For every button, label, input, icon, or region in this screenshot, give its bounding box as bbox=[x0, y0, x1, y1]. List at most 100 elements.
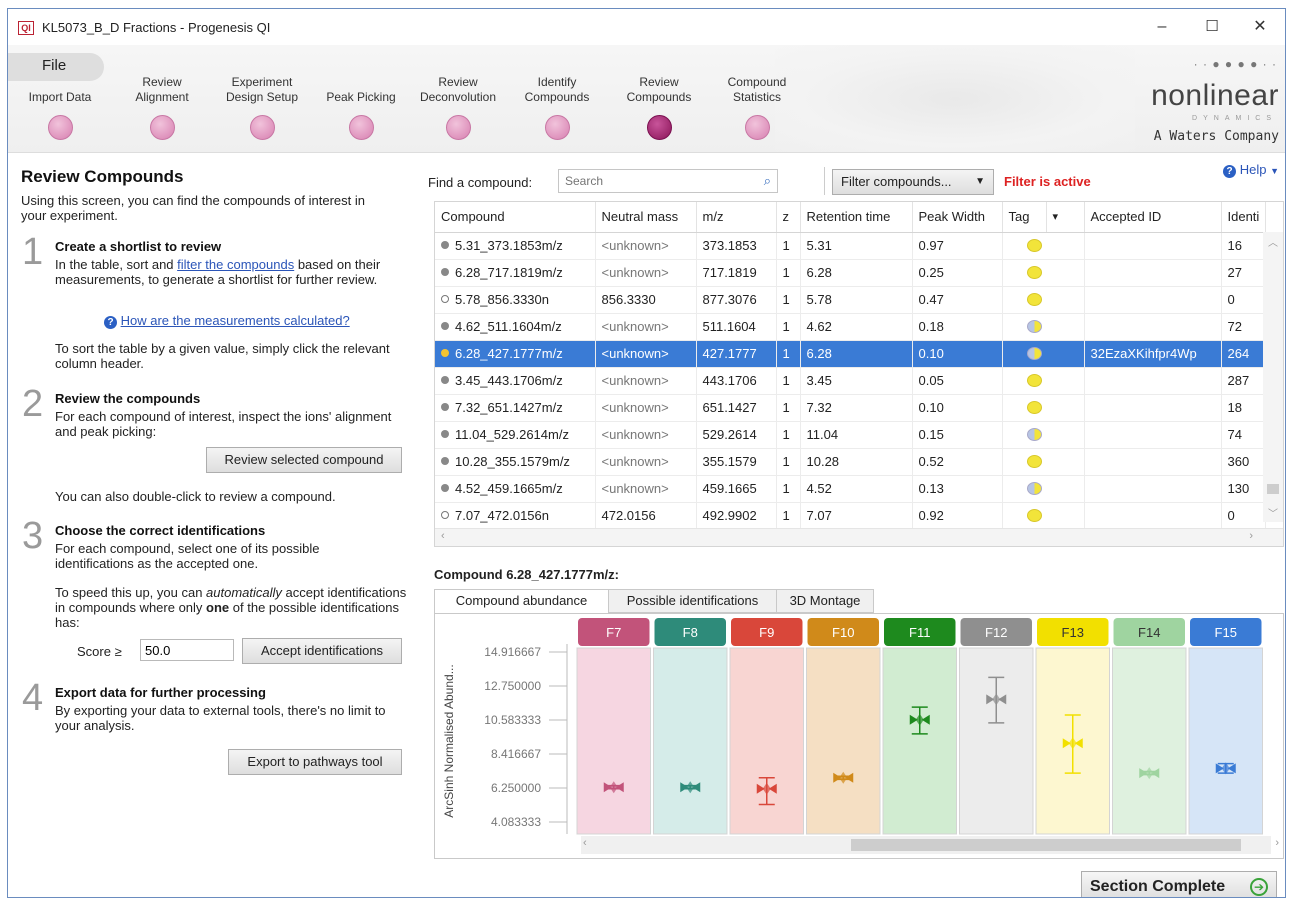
workflow-step-icon[interactable] bbox=[149, 115, 175, 140]
workflow-step[interactable]: Import Data bbox=[22, 73, 98, 140]
table-row[interactable]: 3.45_443.1706m/z <unknown> 443.1706 1 3.45 0.… bbox=[435, 367, 1266, 395]
review-selected-compound-button[interactable]: Review selected compound bbox=[206, 447, 402, 473]
help-menu[interactable]: ? Help ▼ bbox=[1223, 162, 1279, 178]
help-icon: ? bbox=[104, 316, 117, 329]
measurements-help[interactable]: ? How are the measurements calculated? bbox=[104, 313, 350, 329]
workflow-step[interactable]: Review Compounds bbox=[618, 73, 700, 140]
export-pathways-button[interactable]: Export to pathways tool bbox=[228, 749, 402, 775]
detail-tab[interactable]: Compound abundance bbox=[434, 589, 609, 614]
workflow-step-icon[interactable] bbox=[47, 115, 73, 140]
table-row[interactable]: 7.32_651.1427m/z <unknown> 651.1427 1 7.32 0.… bbox=[435, 394, 1266, 422]
tag-icon bbox=[1026, 401, 1042, 414]
workflow-step[interactable]: Review Deconvolution bbox=[412, 73, 504, 140]
y-tick-label: 6.250000 bbox=[491, 781, 541, 795]
column-header[interactable]: Neutral mass bbox=[595, 202, 697, 233]
table-row[interactable]: 4.52_459.1665m/z <unknown> 459.1665 1 4.52 0.… bbox=[435, 475, 1266, 503]
compound-name: 7.07_472.0156n bbox=[455, 508, 549, 523]
tag-cell bbox=[1002, 313, 1085, 341]
scroll-up-icon[interactable]: ︿ bbox=[1263, 234, 1283, 249]
measurements-help-link[interactable]: How are the measurements calculated? bbox=[121, 313, 350, 328]
compounds-table[interactable]: Compound Neutral mass m/z z Retention time Pe… bbox=[434, 201, 1284, 547]
section-complete-button[interactable]: Section Complete ➔ bbox=[1081, 871, 1277, 897]
workflow-step-icon[interactable] bbox=[646, 115, 672, 140]
charge-cell: 1 bbox=[776, 448, 801, 476]
table-row[interactable]: 5.78_856.3330n 856.3330 877.3076 1 5.78 0.47 0 bbox=[435, 286, 1266, 314]
scroll-left-icon[interactable]: ‹ bbox=[583, 837, 587, 849]
column-header[interactable]: Retention time bbox=[800, 202, 913, 233]
fraction-column bbox=[576, 647, 651, 835]
maximize-button[interactable]: ☐ bbox=[1189, 13, 1235, 41]
fraction-label: F11 bbox=[909, 625, 930, 640]
workflow-step[interactable]: Compound Statistics bbox=[716, 73, 798, 140]
table-row[interactable]: 10.28_355.1579m/z <unknown> 355.1579 1 10.28… bbox=[435, 448, 1266, 476]
table-row[interactable]: 5.31_373.1853m/z <unknown> 373.1853 1 5.31 0.… bbox=[435, 232, 1266, 260]
workflow-step[interactable]: Identify Compounds bbox=[516, 73, 598, 140]
scroll-left-icon[interactable]: ‹ bbox=[441, 530, 445, 542]
filter-compounds-dropdown[interactable]: Filter compounds... ▼ bbox=[832, 169, 994, 195]
fraction-label: F9 bbox=[759, 625, 774, 640]
table-row[interactable]: 7.07_472.0156n 472.0156 492.9902 1 7.07 0.92 0 bbox=[435, 502, 1266, 530]
detail-tab[interactable]: Possible identifications bbox=[608, 589, 777, 613]
horizontal-scrollbar[interactable]: ‹ › bbox=[435, 528, 1283, 546]
workflow-step[interactable]: Review Alignment bbox=[124, 73, 200, 140]
brand-logo: · · ● ● ● ● · · nonlinear DYNAMICS A Wat… bbox=[1135, 45, 1285, 152]
accepted-id-cell bbox=[1084, 475, 1222, 503]
scroll-thumb[interactable] bbox=[851, 839, 1241, 851]
workflow-step-icon[interactable] bbox=[445, 115, 471, 140]
table-row[interactable]: 11.04_529.2614m/z <unknown> 529.2614 1 11.04… bbox=[435, 421, 1266, 449]
vertical-scrollbar[interactable]: ︿ ﹀ bbox=[1263, 232, 1283, 522]
neutral-mass-cell: 856.3330 bbox=[595, 286, 697, 314]
search-icon[interactable]: ⌕ bbox=[764, 173, 771, 189]
y-tick-label: 14.916667 bbox=[484, 645, 541, 659]
minimize-button[interactable]: – bbox=[1139, 13, 1185, 41]
y-axis-label: ArcSinh Normalised Abund... bbox=[442, 664, 456, 817]
table-row[interactable]: 4.62_511.1604m/z <unknown> 511.1604 1 4.62 0.… bbox=[435, 313, 1266, 341]
search-box[interactable]: ⌕ bbox=[558, 169, 778, 193]
workflow-step-icon[interactable] bbox=[544, 115, 570, 140]
mz-cell: 459.1665 bbox=[696, 475, 777, 503]
peak-width-cell: 0.92 bbox=[912, 502, 1003, 530]
chart-scrollbar[interactable]: ‹ › bbox=[581, 836, 1279, 854]
workflow-step-icon[interactable] bbox=[249, 115, 275, 140]
column-header[interactable]: Compound bbox=[435, 202, 596, 233]
charge-cell: 1 bbox=[776, 259, 801, 287]
compound-status-icon bbox=[441, 376, 449, 384]
accept-identifications-button[interactable]: Accept identifications bbox=[242, 638, 402, 664]
filter-compounds-link[interactable]: filter the compounds bbox=[177, 257, 294, 272]
scroll-thumb[interactable] bbox=[1267, 484, 1279, 494]
workflow-step[interactable]: Peak Picking bbox=[320, 73, 402, 140]
accepted-id-cell bbox=[1084, 367, 1222, 395]
compound-name: 6.28_427.1777m/z bbox=[455, 346, 563, 361]
mz-cell: 443.1706 bbox=[696, 367, 777, 395]
compound-status-icon bbox=[441, 322, 449, 330]
column-header[interactable]: Peak Width bbox=[912, 202, 1003, 233]
tag-icon bbox=[1026, 509, 1042, 522]
window-title: KL5073_B_D Fractions - Progenesis QI bbox=[42, 20, 271, 35]
workflow-step-icon[interactable] bbox=[744, 115, 770, 140]
detail-tab[interactable]: 3D Montage bbox=[776, 589, 874, 613]
close-button[interactable]: ✕ bbox=[1237, 13, 1283, 41]
column-header[interactable]: m/z bbox=[696, 202, 777, 233]
column-header[interactable]: Accepted ID bbox=[1084, 202, 1222, 233]
scroll-down-icon[interactable]: ﹀ bbox=[1263, 505, 1283, 520]
table-row[interactable]: 6.28_427.1777m/z <unknown> 427.1777 1 6.28 0.… bbox=[435, 340, 1266, 368]
tag-filter-dropdown[interactable]: ▾ bbox=[1046, 202, 1085, 233]
column-header[interactable]: Tag bbox=[1002, 202, 1047, 233]
workflow-step[interactable]: Experiment Design Setup bbox=[218, 73, 306, 140]
tag-icon bbox=[1026, 428, 1042, 441]
workflow-step-label: Review Compounds bbox=[626, 75, 692, 104]
compound-name: 5.78_856.3330n bbox=[455, 292, 549, 307]
table-row[interactable]: 6.28_717.1819m/z <unknown> 717.1819 1 6.28 0.… bbox=[435, 259, 1266, 287]
column-header[interactable]: Identi bbox=[1221, 202, 1266, 233]
scroll-right-icon[interactable]: › bbox=[1249, 530, 1253, 542]
step-number-3: 3 bbox=[22, 515, 44, 557]
retention-time-cell: 11.04 bbox=[800, 421, 913, 449]
abundance-chart: ArcSinh Normalised Abund... 14.916667 12.7… bbox=[442, 618, 1263, 835]
tag-cell bbox=[1002, 286, 1085, 314]
search-input[interactable] bbox=[559, 170, 739, 192]
column-header[interactable]: z bbox=[776, 202, 801, 233]
scroll-right-icon[interactable]: › bbox=[1275, 837, 1279, 849]
brand-dots-icon: · · ● ● ● ● · · bbox=[1193, 57, 1277, 71]
score-input[interactable] bbox=[140, 639, 234, 661]
workflow-step-icon[interactable] bbox=[348, 115, 374, 140]
